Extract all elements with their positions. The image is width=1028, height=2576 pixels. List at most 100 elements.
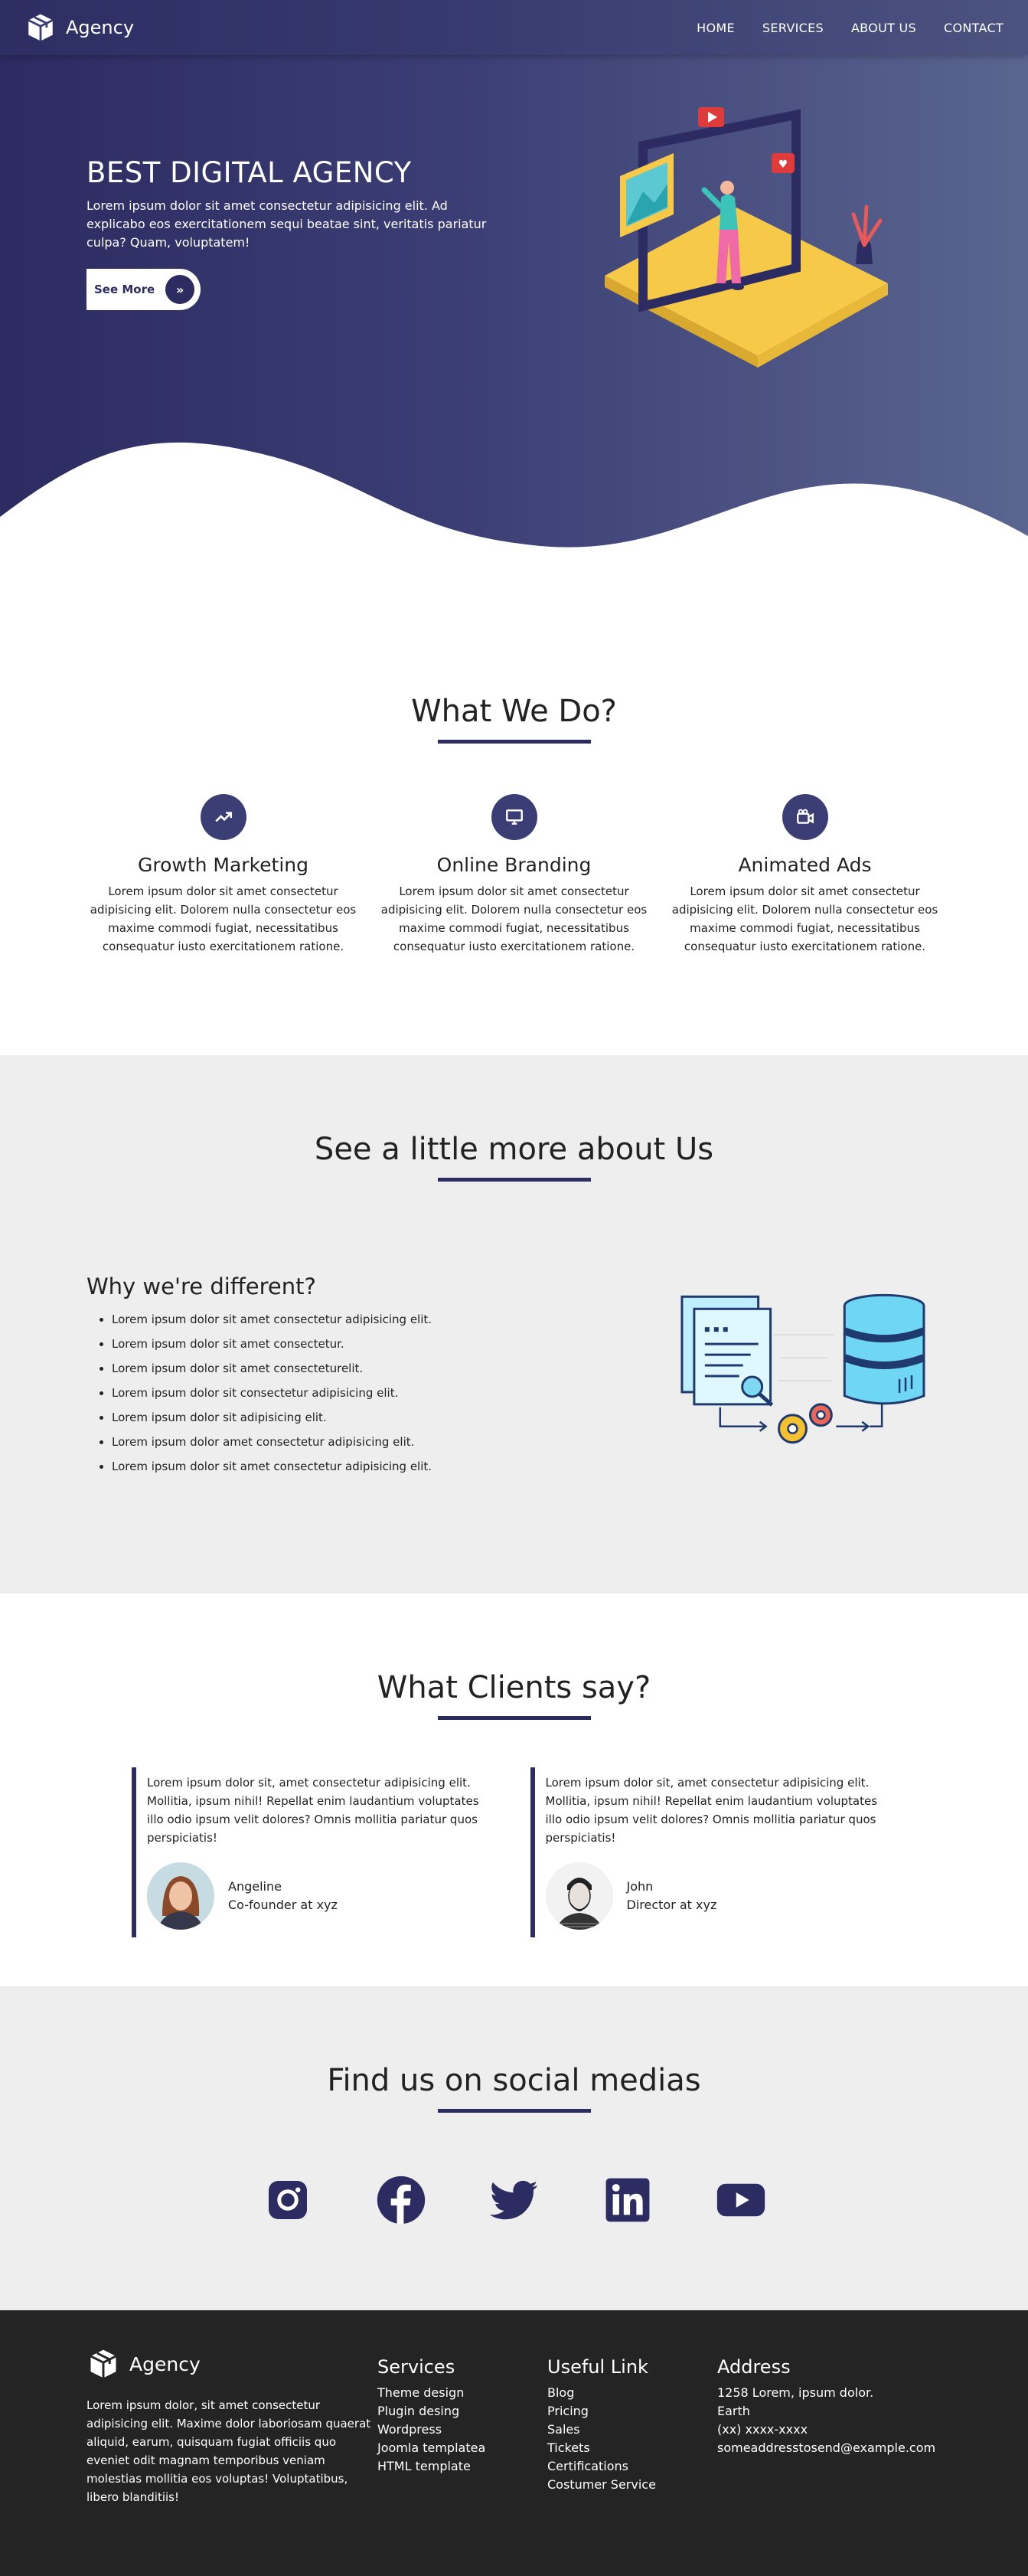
services-list: Growth Marketing Lorem ipsum dolor sit a… [0, 794, 1028, 956]
service-card: Online Branding Lorem ipsum dolor sit am… [369, 794, 660, 956]
footer-link[interactable]: Certifications [547, 2457, 717, 2476]
testimonial-card: Lorem ipsum dolor sit, amet consectetur … [530, 1767, 897, 1937]
brand-logo[interactable]: Agency [24, 11, 134, 44]
box-logo-icon [28, 14, 54, 41]
footer-link[interactable]: Plugin desing [377, 2402, 547, 2421]
services-section: What We Do? Growth Marketing Lorem ipsum… [0, 582, 1028, 1055]
footer-brand[interactable]: Agency [86, 2347, 377, 2381]
author-name: Angeline [228, 1879, 282, 1894]
youtube-icon[interactable] [715, 2174, 767, 2226]
nav-about[interactable]: ABOUT US [851, 21, 916, 35]
social-title: Find us on social medias [327, 2063, 701, 2098]
about-content: Why we're different? Lorem ipsum dolor s… [0, 1273, 1028, 1479]
author-name: John [626, 1879, 654, 1894]
social-section: Find us on social medias [0, 1986, 1028, 2310]
nav-menu: HOME SERVICES ABOUT US CONTACT [697, 21, 1004, 35]
facebook-icon[interactable] [375, 2174, 427, 2226]
author-role: Co-founder at xyz [228, 1898, 338, 1912]
footer-brand-name: Agency [129, 2352, 201, 2375]
avatar [545, 1862, 613, 1930]
nav-contact[interactable]: CONTACT [944, 21, 1004, 35]
nav-home[interactable]: HOME [697, 21, 735, 35]
hero-title: BEST DIGITAL AGENCY [86, 156, 412, 189]
footer-col-title: Services [377, 2356, 455, 2378]
about-subtitle: Why we're different? [86, 1273, 316, 1299]
svg-text:♥: ♥ [778, 159, 788, 171]
trending-up-icon [200, 794, 246, 840]
address-line: Earth [717, 2404, 750, 2418]
footer-about: Agency Lorem ipsum dolor, sit amet conse… [86, 2347, 377, 2576]
hero-wave [0, 442, 1028, 582]
avatar [147, 1862, 214, 1930]
service-title: Animated Ads [738, 854, 872, 876]
hero-description: Lorem ipsum dolor sit amet consectetur a… [86, 198, 487, 250]
footer-link[interactable]: Wordpress [377, 2421, 547, 2439]
list-item: Lorem ipsum dolor sit amet consecteturel… [112, 1356, 560, 1381]
footer-useful-links: Useful Link Blog Pricing Sales Tickets C… [547, 2356, 717, 2576]
list-item: Lorem ipsum dolor sit amet consectetur. [112, 1332, 560, 1356]
footer-link[interactable]: Sales [547, 2421, 717, 2439]
author-role: Director at xyz [626, 1898, 717, 1912]
clients-title: What Clients say? [377, 1670, 651, 1705]
list-item: Lorem ipsum dolor sit amet consectetur a… [112, 1307, 560, 1332]
testimonial-text: Lorem ipsum dolor sit, amet consectetur … [545, 1776, 878, 1845]
social-links [0, 2174, 1028, 2226]
email-address[interactable]: someaddresstosend@example.com [717, 2439, 935, 2457]
list-item: Lorem ipsum dolor sit adipisicing elit. [112, 1405, 560, 1430]
service-text: Lorem ipsum dolor sit amet consectetur a… [380, 884, 648, 953]
service-text: Lorem ipsum dolor sit amet consectetur a… [671, 884, 938, 953]
instagram-icon[interactable] [262, 2174, 314, 2226]
footer-about-text: Lorem ipsum dolor, sit amet consectetur … [86, 2398, 371, 2504]
service-card: Animated Ads Lorem ipsum dolor sit amet … [660, 794, 951, 956]
testimonial-author: John Director at xyz [545, 1862, 897, 1930]
footer-link[interactable]: Pricing [547, 2402, 717, 2421]
testimonials-section: What Clients say? Lorem ipsum dolor sit,… [0, 1594, 1028, 1986]
title-underline [437, 1178, 591, 1182]
service-text: Lorem ipsum dolor sit amet consectetur a… [90, 884, 357, 953]
video-camera-icon [782, 794, 828, 840]
double-chevron-right-icon: » [165, 275, 195, 304]
footer-link[interactable]: Joomla templatea [377, 2439, 547, 2457]
about-list-block: Why we're different? Lorem ipsum dolor s… [86, 1273, 560, 1479]
list-item: Lorem ipsum dolor amet consectetur adipi… [112, 1430, 560, 1454]
service-card: Growth Marketing Lorem ipsum dolor sit a… [78, 794, 369, 956]
footer-col-title: Address [717, 2356, 791, 2378]
service-title: Growth Marketing [137, 854, 309, 876]
about-list: Lorem ipsum dolor sit amet consectetur a… [86, 1307, 560, 1479]
see-more-button[interactable]: See More » [86, 269, 201, 310]
testimonial-author: Angeline Co-founder at xyz [147, 1862, 498, 1930]
footer-link[interactable]: Theme design [377, 2384, 547, 2402]
top-nav: Agency HOME SERVICES ABOUT US CONTACT [0, 0, 1028, 55]
footer-link[interactable]: HTML template [377, 2457, 547, 2476]
footer-link[interactable]: Blog [547, 2384, 717, 2402]
testimonial-card: Lorem ipsum dolor sit, amet consectetur … [132, 1767, 498, 1937]
testimonials-list: Lorem ipsum dolor sit, amet consectetur … [0, 1767, 1028, 1937]
service-title: Online Branding [436, 854, 592, 876]
services-title: What We Do? [411, 694, 617, 729]
footer-link[interactable]: Costumer Service [547, 2476, 717, 2494]
list-item: Lorem ipsum dolor sit consectetur adipis… [112, 1381, 560, 1405]
hero-text: BEST DIGITAL AGENCY Lorem ipsum dolor si… [86, 156, 500, 310]
see-more-label: See More [94, 283, 155, 296]
footer-services: Services Theme design Plugin desing Word… [377, 2356, 547, 2576]
list-item: Lorem ipsum dolor sit amet consectetur a… [112, 1454, 560, 1479]
footer-address: Address 1258 Lorem, ipsum dolor. Earth (… [717, 2356, 935, 2576]
data-analysis-illustration [680, 1293, 925, 1444]
twitter-icon[interactable] [488, 2174, 540, 2226]
title-underline [437, 740, 591, 744]
footer: Agency Lorem ipsum dolor, sit amet conse… [0, 2310, 1028, 2576]
hero-illustration: ♥ [605, 107, 888, 368]
linkedin-icon[interactable] [602, 2174, 654, 2226]
footer-link[interactable]: Tickets [547, 2439, 717, 2457]
address-line: 1258 Lorem, ipsum dolor. [717, 2385, 874, 2400]
testimonial-text: Lorem ipsum dolor sit, amet consectetur … [147, 1776, 479, 1845]
title-underline [437, 1716, 591, 1720]
brand-name: Agency [66, 17, 135, 38]
about-title: See a little more about Us [314, 1132, 714, 1167]
nav-services[interactable]: SERVICES [762, 21, 824, 35]
box-logo-icon [90, 2349, 117, 2378]
desktop-icon [491, 794, 537, 840]
phone-number: (xx) xxxx-xxxx [717, 2422, 808, 2437]
title-underline [437, 2109, 591, 2113]
footer-col-title: Useful Link [547, 2356, 648, 2378]
